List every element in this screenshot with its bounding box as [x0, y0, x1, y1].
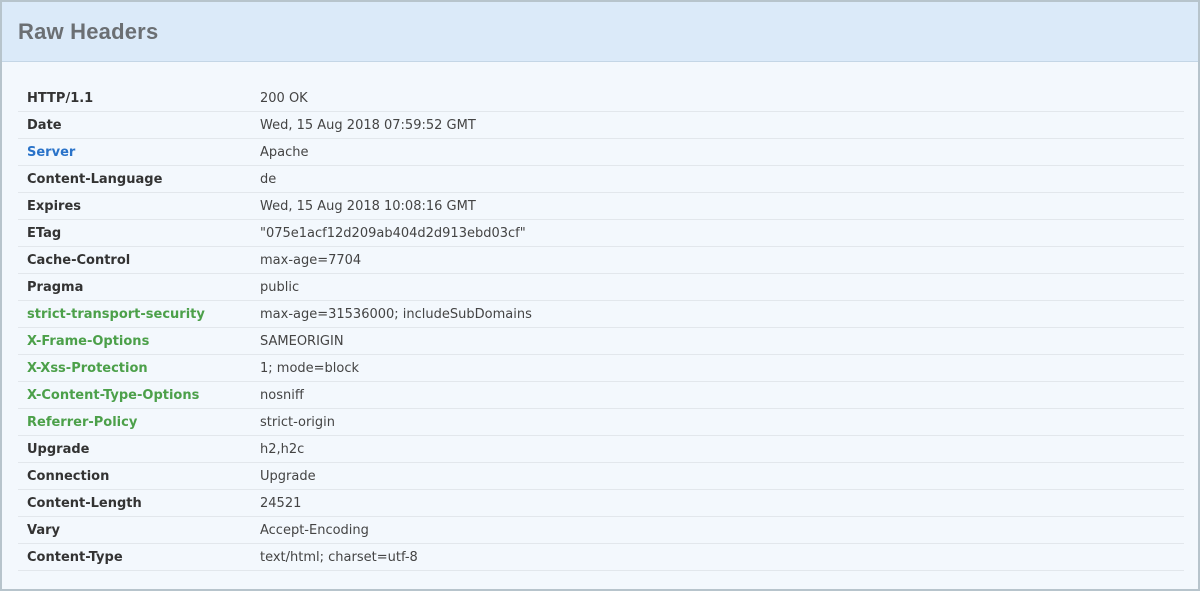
- header-name: X-Content-Type-Options: [27, 387, 200, 403]
- header-value: Apache: [260, 144, 309, 160]
- header-value: max-age=7704: [260, 252, 362, 268]
- header-name: strict-transport-security: [27, 306, 205, 322]
- header-row: Content-Type text/html; charset=utf-8: [18, 544, 1184, 571]
- header-name: Date: [27, 117, 62, 133]
- header-value: nosniff: [260, 387, 304, 403]
- header-value: Upgrade: [260, 468, 316, 484]
- header-row: ETag "075e1acf12d209ab404d2d913ebd03cf": [18, 220, 1184, 247]
- header-row: Pragma public: [18, 274, 1184, 301]
- header-name: Content-Length: [27, 495, 142, 511]
- raw-headers-panel: Raw Headers HTTP/1.1 200 OK Date Wed, 15 Au…: [0, 0, 1200, 591]
- header-row: Content-Language de: [18, 166, 1184, 193]
- header-row: X-Frame-Options SAMEORIGIN: [18, 328, 1184, 355]
- header-value: h2,h2c: [260, 441, 305, 457]
- header-row: Content-Length 24521: [18, 490, 1184, 517]
- header-name: Upgrade: [27, 441, 90, 457]
- header-name: X-Xss-Protection: [27, 360, 148, 376]
- header-value: 24521: [260, 495, 302, 511]
- header-value: max-age=31536000; includeSubDomains: [260, 306, 532, 322]
- header-name: ETag: [27, 225, 62, 241]
- header-value: 1; mode=block: [260, 360, 360, 376]
- header-value: Wed, 15 Aug 2018 07:59:52 GMT: [260, 117, 476, 133]
- header-value: strict-origin: [260, 414, 336, 430]
- header-row: Expires Wed, 15 Aug 2018 10:08:16 GMT: [18, 193, 1184, 220]
- panel-header: Raw Headers: [2, 2, 1198, 62]
- header-value: 200 OK: [260, 90, 308, 106]
- header-value: text/html; charset=utf-8: [260, 549, 418, 565]
- header-row: Upgrade h2,h2c: [18, 436, 1184, 463]
- header-name: Content-Language: [27, 171, 163, 187]
- header-value: Wed, 15 Aug 2018 10:08:16 GMT: [260, 198, 476, 214]
- header-name: Vary: [27, 522, 61, 538]
- header-row: X-Content-Type-Options nosniff: [18, 382, 1184, 409]
- header-row: Server Apache: [18, 139, 1184, 166]
- panel-title: Raw Headers: [18, 18, 159, 44]
- header-name: Pragma: [27, 279, 84, 295]
- header-row: Cache-Control max-age=7704: [18, 247, 1184, 274]
- header-name: Content-Type: [27, 549, 123, 565]
- header-row: Connection Upgrade: [18, 463, 1184, 490]
- header-row: HTTP/1.1 200 OK: [18, 85, 1184, 112]
- header-row: Referrer-Policy strict-origin: [18, 409, 1184, 436]
- header-row: X-Xss-Protection 1; mode=block: [18, 355, 1184, 382]
- header-name: Connection: [27, 468, 110, 484]
- header-name: HTTP/1.1: [27, 90, 94, 106]
- header-value: "075e1acf12d209ab404d2d913ebd03cf": [260, 225, 526, 241]
- header-row: strict-transport-security max-age=3153600…: [18, 301, 1184, 328]
- header-name: X-Frame-Options: [27, 333, 150, 349]
- header-row: Date Wed, 15 Aug 2018 07:59:52 GMT: [18, 112, 1184, 139]
- header-name-link[interactable]: Server: [18, 145, 260, 160]
- header-name: Expires: [27, 198, 81, 214]
- headers-table: HTTP/1.1 200 OK Date Wed, 15 Aug 2018 07:59…: [18, 85, 1184, 571]
- header-name: Cache-Control: [27, 252, 131, 268]
- header-row: Vary Accept-Encoding: [18, 517, 1184, 544]
- header-value: SAMEORIGIN: [260, 333, 344, 349]
- header-name: Referrer-Policy: [27, 414, 138, 430]
- header-value: Accept-Encoding: [260, 522, 369, 538]
- header-value: public: [260, 279, 300, 295]
- header-value: de: [260, 171, 277, 187]
